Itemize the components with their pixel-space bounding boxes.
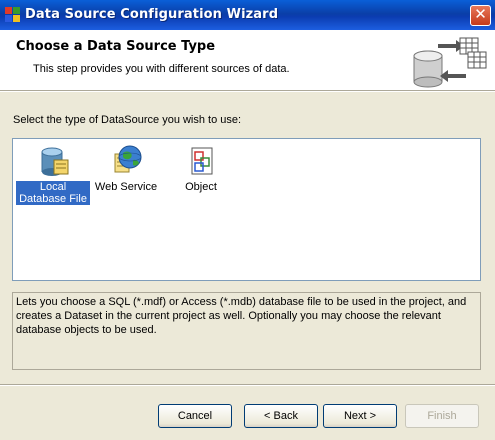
list-item-label: Object	[185, 181, 217, 193]
source-type-prompt: Select the type of DataSource you wish t…	[13, 114, 242, 126]
finish-button[interactable]: Finish	[405, 404, 479, 428]
page-subtitle: This step provides you with different so…	[33, 63, 290, 75]
database-table-sync-icon	[413, 37, 487, 88]
wizard-header: Choose a Data Source Type This step prov…	[0, 30, 495, 91]
close-button[interactable]: ✕	[470, 5, 491, 26]
object-icon	[191, 147, 213, 175]
footer-divider	[0, 384, 495, 386]
window-title: Data Source Configuration Wizard	[25, 7, 279, 22]
list-item-label: Web Service	[94, 181, 158, 193]
list-item-local-database-file[interactable]: Local Database File	[16, 144, 90, 205]
title-bar[interactable]: Data Source Configuration Wizard ✕	[0, 0, 495, 30]
web-service-globe-icon	[114, 145, 142, 173]
list-item-object[interactable]: Object	[164, 144, 238, 193]
next-button[interactable]: Next >	[323, 404, 397, 428]
header-divider	[0, 91, 495, 92]
close-icon: ✕	[474, 5, 487, 23]
app-icon	[5, 7, 20, 22]
database-icon	[41, 147, 69, 176]
list-item-label: Local Database File	[16, 181, 90, 205]
page-title: Choose a Data Source Type	[16, 39, 216, 54]
cancel-button[interactable]: Cancel	[158, 404, 232, 428]
description-box: Lets you choose a SQL (*.mdf) or Access …	[12, 292, 481, 370]
list-item-web-service[interactable]: Web Service	[89, 144, 163, 193]
data-source-type-list[interactable]: Local Database File Web Service Object	[12, 138, 481, 281]
back-button[interactable]: < Back	[244, 404, 318, 428]
